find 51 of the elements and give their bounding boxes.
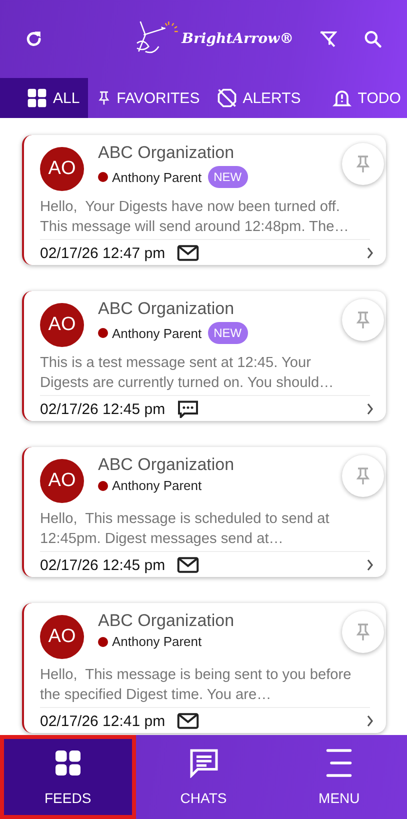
envelope-icon: [177, 244, 200, 262]
organization-name: ABC Organization: [98, 455, 236, 475]
status-dot-icon: [98, 480, 108, 490]
organization-name: ABC Organization: [98, 299, 236, 319]
message-card[interactable]: AO ABC Organization Anthony Parent Hello, This message is scheduled to send at 12:45pm. Digest messages send at… 02/17/26 12:45 pm: [22, 447, 386, 577]
organization-name: ABC Organization: [98, 143, 236, 163]
filter-tab[interactable]: TODO: [308, 78, 407, 118]
chevron-right-icon[interactable]: [366, 715, 374, 727]
status-dot-icon: [98, 172, 108, 182]
envelope-icon: [177, 712, 200, 730]
chevron-right-icon[interactable]: [366, 403, 374, 415]
nav-tab[interactable]: FEEDS: [0, 735, 136, 819]
new-badge: NEW: [208, 166, 248, 188]
message-date: 02/17/26 12:45 pm: [40, 400, 166, 418]
avatar: AO: [40, 615, 84, 659]
message-preview: Hello, This message is being sent to you before the specified Digest time. You are…: [40, 665, 370, 708]
recipient-name: Anthony Parent: [112, 478, 202, 493]
message-preview: Hello, This message is scheduled to send at 12:45pm. Digest messages send at…: [40, 509, 370, 552]
message-date: 02/17/26 12:47 pm: [40, 244, 166, 262]
chevron-right-icon[interactable]: [366, 247, 374, 259]
recipient-name: Anthony Parent: [112, 170, 202, 184]
envelope-icon: [177, 556, 200, 574]
avatar: AO: [40, 303, 84, 347]
chat-icon: [177, 400, 200, 418]
filter-tab[interactable]: FAVORITES: [88, 78, 208, 118]
grid-icon: [26, 87, 48, 109]
message-card[interactable]: AO ABC Organization Anthony Parent NEW This is a test message sent at 12:45. Your Digests are currently turned on. You should… 02/17/26 12:45 pm: [22, 291, 386, 421]
message-card[interactable]: AO ABC Organization Anthony Parent Hello, This message is being sent to you before the specified Digest time. You are… 02/17/26 12:41 pm: [22, 603, 386, 733]
avatar: AO: [40, 459, 84, 503]
message-preview: This is a test message sent at 12:45. Your Digests are currently turned on. You should…: [40, 353, 370, 396]
filter-tab[interactable]: ALL: [0, 78, 88, 118]
menu-icon: [324, 748, 354, 778]
nav-tab[interactable]: MENU: [271, 735, 407, 819]
message-date: 02/17/26 12:45 pm: [40, 556, 166, 574]
filter-tab[interactable]: ALERTS: [208, 78, 309, 118]
message-preview: Hello, Your Digests have now been turned off. This message will send around 12:48pm. The…: [40, 197, 370, 240]
message-date: 02/17/26 12:41 pm: [40, 712, 166, 730]
recipient-name: Anthony Parent: [112, 634, 202, 649]
organization-name: ABC Organization: [98, 611, 236, 631]
chevron-right-icon[interactable]: [366, 559, 374, 571]
nav-tab[interactable]: CHATS: [136, 735, 272, 819]
status-dot-icon: [98, 636, 108, 646]
status-dot-icon: [98, 328, 108, 338]
message-card[interactable]: AO ABC Organization Anthony Parent NEW Hello, Your Digests have now been turned off. This message will send around 12:48pm. The… 02/17/26 12:47 pm: [22, 135, 386, 265]
logo-text: BrightArrow®: [182, 31, 294, 47]
chat-icon: [188, 748, 219, 778]
recipient-name: Anthony Parent: [112, 326, 202, 340]
new-badge: NEW: [208, 322, 248, 344]
grid-icon: [52, 748, 83, 778]
alert-off-icon: [216, 87, 238, 109]
avatar: AO: [40, 147, 84, 191]
